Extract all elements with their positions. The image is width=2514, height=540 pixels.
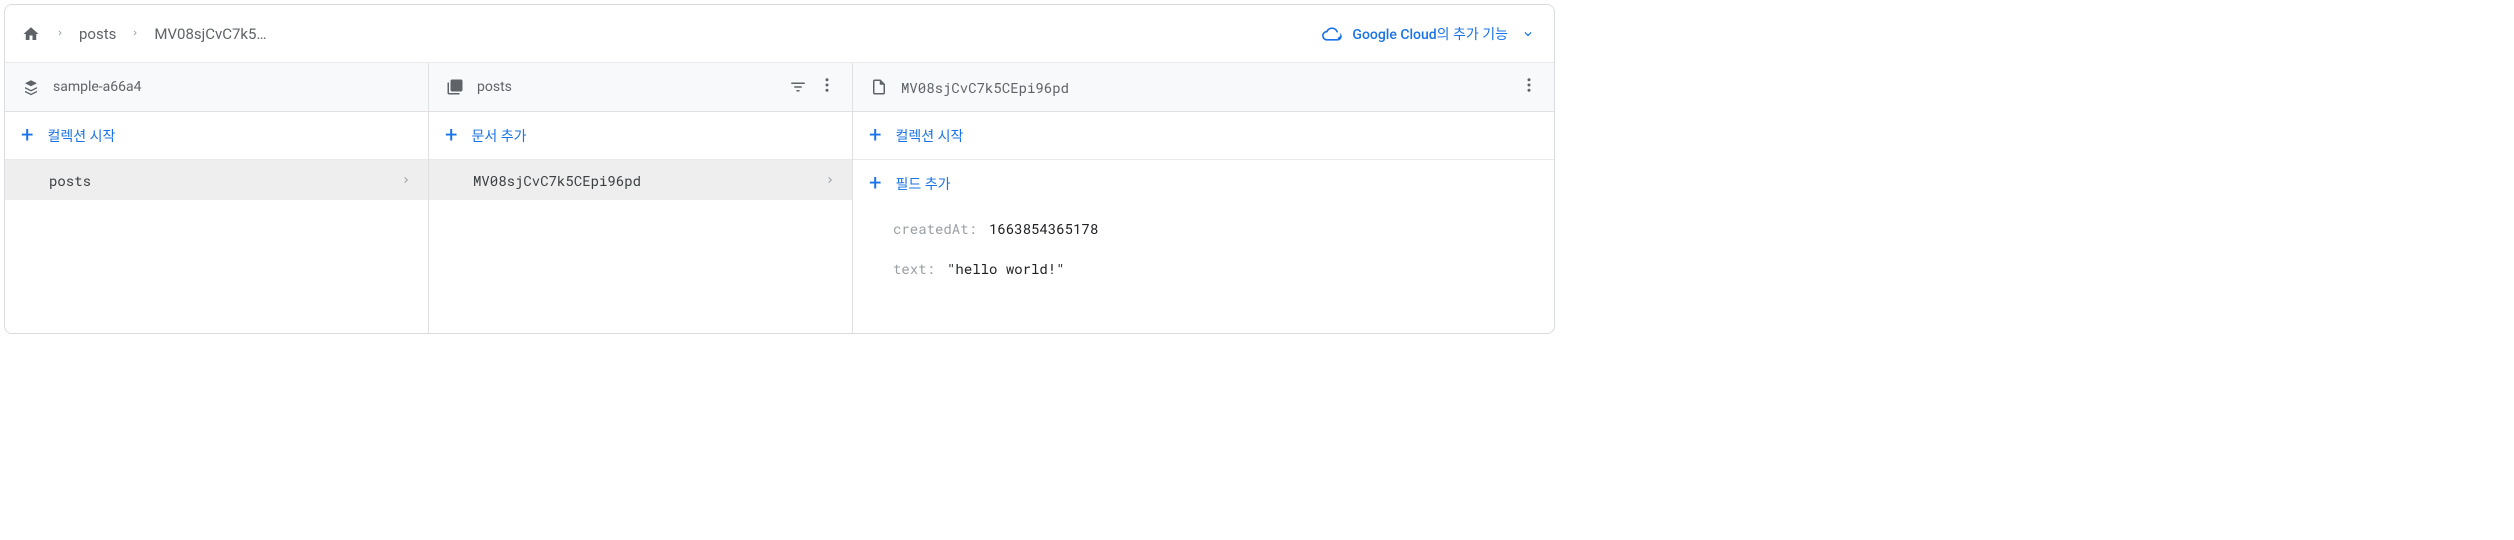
column-header-collection: posts bbox=[429, 63, 852, 112]
column-collection: posts + 문서 추가 MV08sjCvC7k5CEpi96pd bbox=[429, 63, 853, 333]
firestore-panel: posts MV08sjCvC7k5… Google Cloud의 추가 기능 bbox=[4, 4, 1555, 334]
chevron-right-icon bbox=[824, 171, 836, 190]
cloud-icon bbox=[1322, 24, 1342, 44]
breadcrumb-item[interactable]: MV08sjCvC7k5… bbox=[154, 25, 266, 43]
add-document-button[interactable]: + 문서 추가 bbox=[429, 112, 852, 160]
column-document: MV08sjCvC7k5CEpi96pd + 컬렉션 시작 + 필드 추가 cr… bbox=[853, 63, 1554, 333]
database-icon bbox=[21, 77, 41, 97]
action-label: 필드 추가 bbox=[895, 174, 950, 194]
filter-icon[interactable] bbox=[788, 77, 808, 97]
action-label: 컬렉션 시작 bbox=[895, 126, 963, 146]
cloud-promo-link[interactable]: Google Cloud의 추가 기능 bbox=[1322, 24, 1538, 44]
chevron-down-icon bbox=[1518, 24, 1538, 44]
field-value: 1663854365178 bbox=[989, 219, 1098, 238]
action-label: 컬렉션 시작 bbox=[47, 126, 115, 146]
field-value: "hello world!" bbox=[947, 259, 1065, 278]
column-header-root: sample-a66a4 bbox=[5, 63, 428, 112]
plus-icon: + bbox=[445, 125, 457, 147]
overflow-menu-button[interactable] bbox=[1520, 76, 1538, 99]
column-header-document: MV08sjCvC7k5CEpi96pd bbox=[853, 63, 1554, 112]
chevron-right-icon bbox=[130, 27, 140, 41]
column-title: sample-a66a4 bbox=[53, 79, 412, 95]
action-label: 문서 추가 bbox=[471, 126, 526, 146]
overflow-menu-button[interactable] bbox=[818, 76, 836, 99]
column-title: MV08sjCvC7k5CEpi96pd bbox=[901, 78, 1508, 97]
document-icon bbox=[869, 77, 889, 97]
field-key: text: bbox=[893, 259, 935, 278]
plus-icon: + bbox=[869, 173, 881, 195]
column-view: sample-a66a4 + 컬렉션 시작 posts posts bbox=[5, 63, 1554, 333]
field-row[interactable]: text: "hello world!" bbox=[893, 248, 1538, 288]
collection-item-label: posts bbox=[49, 171, 400, 190]
document-item[interactable]: MV08sjCvC7k5CEpi96pd bbox=[429, 160, 852, 200]
add-field-button[interactable]: + 필드 추가 bbox=[853, 160, 1554, 208]
chevron-right-icon bbox=[55, 27, 65, 41]
plus-icon: + bbox=[21, 125, 33, 147]
field-row[interactable]: createdAt: 1663854365178 bbox=[893, 208, 1538, 248]
column-title: posts bbox=[477, 79, 776, 95]
start-collection-button[interactable]: + 컬렉션 시작 bbox=[5, 112, 428, 160]
column-root: sample-a66a4 + 컬렉션 시작 posts bbox=[5, 63, 429, 333]
cloud-promo-label: Google Cloud의 추가 기능 bbox=[1352, 24, 1508, 44]
breadcrumb: posts MV08sjCvC7k5… bbox=[21, 24, 267, 44]
chevron-right-icon bbox=[400, 171, 412, 190]
collection-item-posts[interactable]: posts bbox=[5, 160, 428, 200]
plus-icon: + bbox=[869, 125, 881, 147]
field-key: createdAt: bbox=[893, 219, 977, 238]
breadcrumb-item[interactable]: posts bbox=[79, 25, 116, 43]
home-icon[interactable] bbox=[21, 24, 41, 44]
start-subcollection-button[interactable]: + 컬렉션 시작 bbox=[853, 112, 1554, 160]
document-item-label: MV08sjCvC7k5CEpi96pd bbox=[473, 171, 824, 190]
top-bar: posts MV08sjCvC7k5… Google Cloud의 추가 기능 bbox=[5, 5, 1554, 63]
collection-icon bbox=[445, 77, 465, 97]
field-list: createdAt: 1663854365178 text: "hello wo… bbox=[853, 208, 1554, 288]
